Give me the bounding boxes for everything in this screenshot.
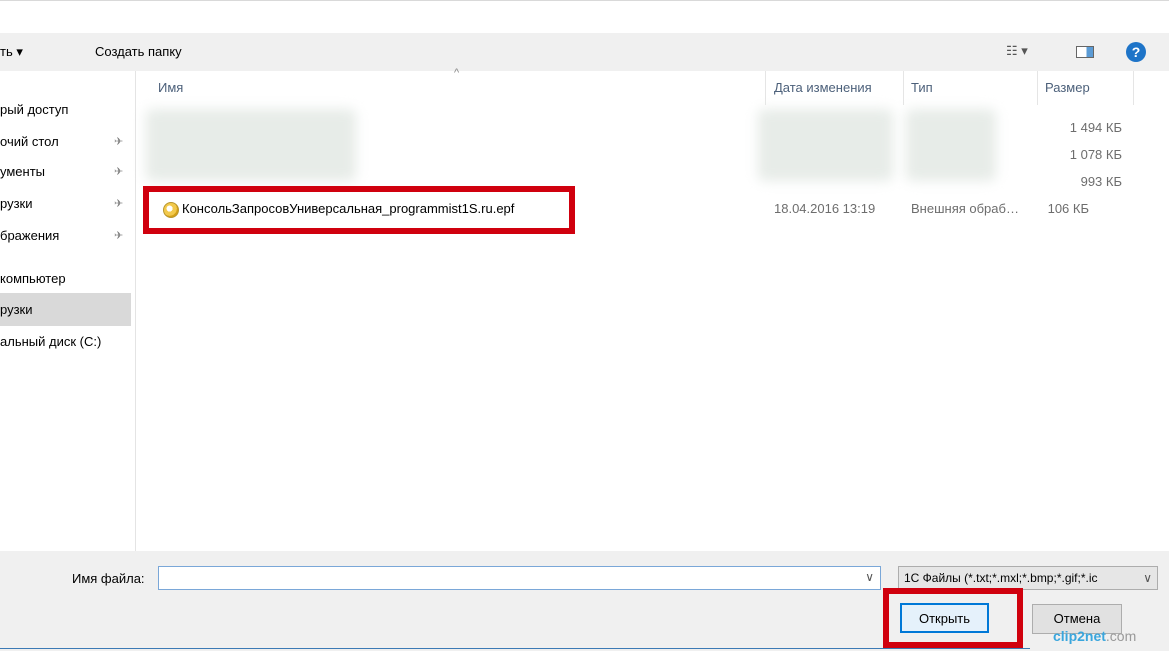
nav-item-label: ументы — [0, 164, 45, 179]
nav-item-downloads[interactable]: рузки — [0, 293, 131, 326]
column-header-date[interactable]: Дата изменения — [774, 71, 872, 105]
organize-button[interactable]: ть ▾ — [0, 44, 23, 60]
chevron-down-icon: ∨ — [1143, 571, 1152, 585]
file-type-filter-select[interactable]: 1С Файлы (*.txt;*.mxl;*.bmp;*.gif;*.ic ∨ — [898, 566, 1158, 590]
pin-icon: ✈ — [114, 230, 124, 242]
view-options-icon[interactable]: ☷ ▾ — [1006, 43, 1028, 59]
watermark-main: clip2net — [1053, 628, 1106, 644]
file-size: 1 078 КБ — [1069, 147, 1122, 162]
file-size: 1 494 КБ — [1069, 120, 1122, 135]
filter-value: 1С Файлы (*.txt;*.mxl;*.bmp;*.gif;*.ic — [904, 571, 1098, 585]
nav-item-pictures[interactable]: бражения ✈ — [0, 223, 131, 249]
highlight-frame-open — [883, 588, 1023, 648]
watermark-suffix: .com — [1105, 628, 1137, 644]
column-header-size[interactable]: Размер — [1045, 71, 1090, 105]
clip2net-watermark: clip2net.com — [1053, 628, 1136, 644]
nav-item-label: очий стол — [0, 134, 59, 149]
nav-item-label: компьютер — [0, 271, 66, 286]
file-list: ^ Имя Дата изменения Тип Размер 1 494 КБ… — [136, 67, 1169, 551]
nav-item-label: альный диск (C:) — [0, 334, 102, 349]
blurred-file-names — [146, 109, 356, 181]
column-divider[interactable] — [1133, 71, 1134, 105]
nav-item-desktop[interactable]: очий стол ✈ — [0, 129, 131, 155]
file-type: Внешняя обраб… — [911, 201, 1019, 216]
top-border — [0, 0, 1169, 1]
filename-label: Имя файла: — [72, 571, 145, 586]
nav-item-quick-access[interactable]: рый доступ — [0, 97, 131, 123]
nav-item-this-pc[interactable]: компьютер — [0, 266, 131, 292]
column-divider[interactable] — [903, 71, 904, 105]
pin-icon: ✈ — [114, 136, 124, 148]
help-icon[interactable]: ? — [1126, 42, 1146, 62]
preview-pane-icon[interactable] — [1076, 46, 1094, 58]
nav-item-documents[interactable]: ументы ✈ — [0, 159, 131, 185]
blurred-file-dates — [758, 109, 893, 181]
file-date: 18.04.2016 13:19 — [774, 201, 876, 216]
highlight-frame-file — [143, 186, 575, 234]
filename-input[interactable]: ∨ — [158, 566, 881, 590]
column-divider[interactable] — [765, 71, 766, 105]
file-size: 993 КБ — [1080, 174, 1122, 189]
window-bottom-border — [0, 648, 1030, 649]
nav-item-label: рый доступ — [0, 102, 69, 117]
chevron-down-icon[interactable]: ∨ — [865, 570, 874, 584]
pin-icon: ✈ — [114, 166, 124, 178]
column-divider[interactable] — [1037, 71, 1038, 105]
nav-item-label: рузки — [0, 196, 33, 211]
blurred-file-types — [906, 109, 996, 181]
new-folder-button[interactable]: Создать папку — [95, 44, 182, 59]
file-size: 106 КБ — [1047, 201, 1089, 216]
nav-item-downloads-pinned[interactable]: рузки ✈ — [0, 191, 131, 217]
toolbar: ть ▾ Создать папку ☷ ▾ ? — [0, 33, 1169, 71]
sort-indicator-icon: ^ — [454, 67, 460, 79]
nav-item-local-disk[interactable]: альный диск (C:) — [0, 329, 131, 355]
pin-icon: ✈ — [114, 198, 124, 210]
navigation-pane: рый доступ очий стол ✈ ументы ✈ рузки ✈ … — [0, 71, 136, 551]
column-header-type[interactable]: Тип — [911, 71, 933, 105]
nav-item-label: рузки — [0, 302, 33, 317]
nav-item-label: бражения — [0, 228, 60, 243]
column-header-name[interactable]: Имя — [158, 71, 183, 105]
